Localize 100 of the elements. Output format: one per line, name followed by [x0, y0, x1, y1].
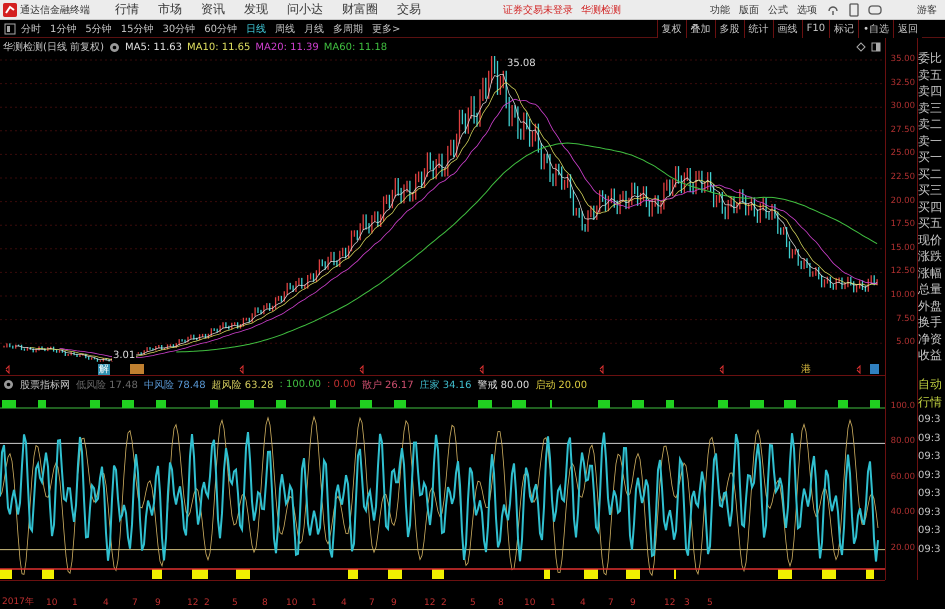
- quote-field-label: 卖一: [918, 132, 943, 149]
- event-marker-icon[interactable]: [360, 364, 364, 374]
- period-tab[interactable]: 多周期: [328, 22, 367, 36]
- app-logo-icon: [3, 2, 17, 16]
- period-tab[interactable]: 60分钟: [200, 22, 241, 36]
- quote-field-label: 买一: [918, 149, 943, 166]
- period-tab[interactable]: 分时: [17, 22, 45, 36]
- period-tab[interactable]: 1分钟: [46, 22, 80, 36]
- price-axis-label: 35.00: [890, 54, 915, 64]
- indicator-value: : 0.00: [326, 379, 356, 390]
- date-axis-label: 12: [424, 598, 436, 608]
- side-tab[interactable]: 自动: [918, 375, 945, 393]
- date-axis-label: 3: [684, 598, 690, 608]
- date-axis-label: 10: [524, 598, 536, 608]
- quote-field-label: 换手: [918, 314, 943, 330]
- settings-icon[interactable]: [108, 42, 120, 52]
- notice-link[interactable]: 华测检测: [581, 2, 621, 16]
- trade-time: 09:3: [918, 468, 942, 482]
- quote-field-label: 外盘: [918, 298, 943, 314]
- trade-time: 09:3: [918, 487, 942, 501]
- diamond-icon[interactable]: [856, 42, 866, 52]
- panel-toggle-icon[interactable]: [4, 22, 16, 34]
- quote-field-label: 涨跌: [918, 248, 943, 264]
- price-axis-label: 17.50: [890, 219, 915, 230]
- quote-field-label: 委比: [918, 50, 943, 66]
- menu-item[interactable]: 财富圈: [342, 1, 378, 18]
- period-tab[interactable]: 月线: [300, 22, 328, 36]
- trade-time: 09:3: [918, 413, 942, 427]
- chart-button[interactable]: 返回: [893, 20, 922, 38]
- event-marker-icon[interactable]: [240, 364, 244, 374]
- date-axis-label: 10: [46, 598, 58, 608]
- indicator-axis-label: 100.0: [890, 401, 915, 411]
- trade-time: 09:3: [918, 506, 942, 520]
- period-tab[interactable]: 周线: [270, 22, 299, 36]
- price-axis-label: 30.00: [890, 101, 915, 112]
- date-axis-label: 2: [441, 598, 447, 608]
- event-badge[interactable]: 解: [98, 364, 110, 375]
- chart-button[interactable]: •自选: [858, 20, 893, 38]
- chart-button[interactable]: 标记: [829, 20, 858, 38]
- tool-menu-item[interactable]: 版面: [739, 2, 759, 16]
- moving-average-value: MA20: 11.39: [255, 42, 319, 52]
- chart-button[interactable]: 画线: [772, 20, 802, 38]
- trade-time: 09:3: [918, 450, 942, 464]
- price-axis-label: 22.50: [890, 172, 915, 182]
- date-axis-label: 2: [204, 598, 210, 608]
- menu-item[interactable]: 问小达: [287, 1, 323, 18]
- quote-field-label: 总量: [918, 281, 943, 298]
- chart-button[interactable]: 统计: [744, 20, 773, 38]
- menu-item[interactable]: 资讯: [201, 1, 225, 18]
- tool-menu-item[interactable]: 功能: [710, 2, 730, 16]
- indicator-axis-label: 20.00: [890, 542, 915, 553]
- chart-button[interactable]: 多股: [714, 20, 744, 38]
- indicator-value: 散户 26.17: [362, 378, 414, 392]
- chart-button[interactable]: F10: [802, 20, 830, 38]
- notice-link[interactable]: 证券交易未登录: [503, 2, 573, 16]
- date-axis-label: 1: [311, 598, 317, 608]
- event-marker-icon[interactable]: [480, 364, 484, 374]
- period-tab[interactable]: 30分钟: [158, 22, 200, 36]
- event-marker-icon[interactable]: [856, 364, 860, 374]
- chart-button[interactable]: 复权: [656, 20, 686, 38]
- event-marker-icon[interactable]: [600, 364, 604, 374]
- period-tab[interactable]: 15分钟: [116, 22, 158, 36]
- period-tab[interactable]: 5分钟: [81, 22, 116, 36]
- price-axis-label: 15.00: [890, 242, 915, 253]
- indicator-value: 启动 20.00: [535, 378, 588, 392]
- date-axis-label: 7: [608, 598, 614, 608]
- settings-icon[interactable]: [3, 379, 14, 390]
- menu-item[interactable]: 行情: [115, 1, 139, 18]
- date-axis-label: 4: [341, 598, 347, 608]
- menu-item[interactable]: 发现: [244, 1, 268, 18]
- event-marker-icon[interactable]: [6, 364, 10, 374]
- period-tab[interactable]: 更多>: [368, 22, 404, 36]
- message-icon[interactable]: [868, 4, 882, 16]
- indicator-value: 庄家 34.16: [420, 378, 472, 392]
- price-axis-label: 5.00: [896, 337, 915, 348]
- price-axis-label: 10.00: [890, 290, 915, 300]
- indicator-value: : 100.00: [279, 379, 321, 390]
- tool-menu-item[interactable]: 公式: [768, 2, 788, 16]
- tool-menu-item[interactable]: 选项: [797, 2, 817, 16]
- side-tab[interactable]: 行情: [918, 393, 945, 411]
- date-axis-label: 1: [550, 598, 556, 608]
- quote-field-label: 涨幅: [918, 264, 943, 281]
- user-name[interactable]: 游客: [917, 2, 937, 16]
- date-axis-label: 5: [470, 598, 476, 608]
- window-icon[interactable]: [871, 42, 881, 52]
- chart-button[interactable]: 叠加: [686, 20, 715, 38]
- date-axis-label: 2017年: [2, 596, 34, 608]
- menu-item[interactable]: 市场: [158, 1, 182, 18]
- price-axis-label: 20.00: [890, 196, 915, 206]
- price-axis-label: 32.50: [890, 78, 915, 88]
- menu-item[interactable]: 交易: [397, 1, 421, 18]
- event-badge[interactable]: 港: [800, 364, 812, 375]
- trade-time: 09:3: [918, 542, 942, 556]
- quote-field-label: 卖三: [918, 100, 943, 116]
- high-price-label: 35.08: [506, 58, 537, 69]
- period-tab[interactable]: 日线: [242, 22, 270, 36]
- moving-average-value: MA10: 11.65: [187, 42, 250, 52]
- indicator-title: 股票指标网: [20, 378, 70, 392]
- phone-icon[interactable]: [849, 2, 859, 16]
- event-marker-icon[interactable]: [720, 364, 724, 374]
